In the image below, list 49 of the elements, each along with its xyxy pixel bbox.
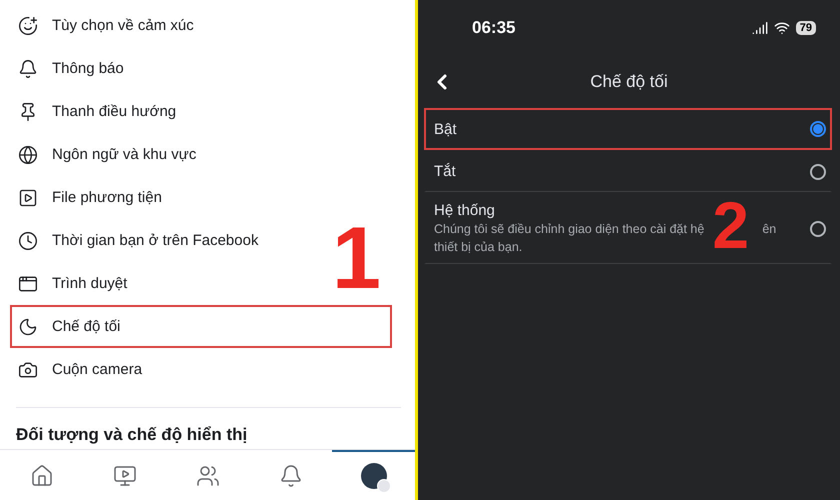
option-row[interactable]: Bật	[424, 108, 832, 150]
menu-item[interactable]: Ngôn ngữ và khu vực	[10, 133, 204, 176]
bell-icon	[18, 58, 38, 78]
option-label: Bật	[434, 120, 457, 138]
camera-icon	[18, 360, 38, 380]
menu-label: Thời gian bạn ở trên Facebook	[52, 232, 258, 249]
menu-item[interactable]: Tùy chọn về cảm xúc	[10, 4, 202, 47]
menu-item[interactable]: Trình duyệt	[10, 262, 136, 305]
status-time: 06:35	[472, 18, 516, 38]
menu-label: Trình duyệt	[52, 275, 128, 292]
option-description: Chúng tôi sẽ điều chỉnh giao diện theo cài đặt hệ	[434, 221, 704, 237]
option-description: ên	[762, 221, 776, 237]
menu-item[interactable]: Cuộn camera	[10, 348, 150, 391]
menu-item[interactable]: File phương tiện	[10, 176, 170, 219]
play-square-icon	[18, 188, 38, 208]
globe-icon	[18, 144, 38, 164]
home-icon	[30, 464, 54, 488]
menu-label: File phương tiện	[52, 189, 162, 206]
smiley-plus-icon	[18, 16, 38, 36]
step-number: 1	[332, 214, 381, 302]
tv-play-icon	[112, 464, 136, 488]
section-header: Đối tượng và chế độ hiển thị	[16, 425, 248, 445]
window-icon	[18, 274, 38, 294]
option-label: Tắt	[434, 163, 456, 180]
menu-item[interactable]: Thanh điều hướng	[10, 90, 184, 133]
menu-label: Cuộn camera	[52, 361, 142, 378]
people-icon	[196, 464, 220, 488]
menu-label: Thông báo	[52, 60, 124, 77]
radio-button[interactable]	[810, 164, 826, 180]
wifi-icon	[774, 20, 790, 36]
step-number: 2	[712, 192, 750, 258]
menu-label: Tùy chọn về cảm xúc	[52, 17, 194, 34]
battery-level: 79	[796, 21, 816, 35]
signal-icon	[752, 20, 768, 36]
menu-label: Thanh điều hướng	[52, 103, 176, 120]
option-row[interactable]: Tắt	[424, 150, 832, 192]
menu-label: Ngôn ngữ và khu vực	[52, 146, 196, 163]
menu-label: Chế độ tối	[52, 318, 120, 335]
menu-item[interactable]: Chế độ tối	[10, 305, 392, 348]
moon-icon	[18, 316, 38, 336]
clock-icon	[18, 230, 38, 250]
menu-item[interactable]: Thời gian bạn ở trên Facebook	[10, 219, 266, 262]
screen-title: Chế độ tối	[590, 72, 668, 92]
radio-button[interactable]	[810, 220, 826, 236]
menu-item[interactable]: Thông báo	[10, 47, 132, 90]
bell-icon	[278, 464, 302, 488]
radio-button[interactable]	[810, 121, 826, 137]
option-label: Hệ thống	[434, 202, 496, 219]
option-description: thiết bị của bạn.	[434, 239, 524, 255]
